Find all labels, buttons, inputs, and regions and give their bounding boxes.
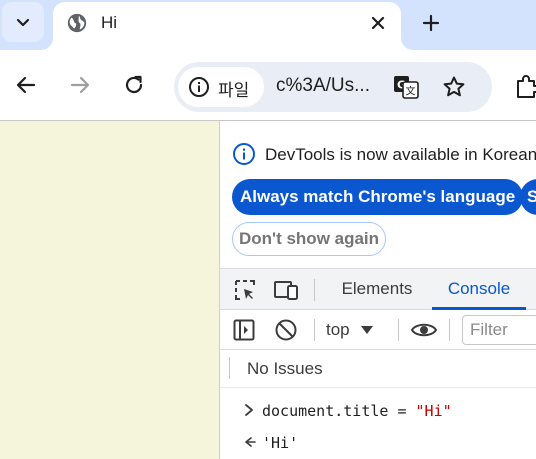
tab-elements[interactable]: Elements [332, 269, 422, 310]
dont-show-again-button[interactable]: Don't show again [232, 222, 387, 256]
language-infobar: DevTools is now available in Korean Alwa… [220, 121, 536, 266]
extensions-icon[interactable] [514, 73, 536, 99]
device-mode-icon [274, 281, 298, 300]
globe-icon [67, 13, 87, 33]
eye-icon [410, 323, 438, 337]
tab-strip: Hi [0, 0, 536, 50]
browser-toolbar: 파일 c%3A/Us... G 文 [0, 50, 536, 120]
devtools-tabbar: Elements Console [220, 268, 536, 310]
new-tab-button[interactable] [416, 8, 446, 38]
url-text[interactable]: c%3A/Us... [276, 75, 370, 97]
console-output-value: 'Hi' [262, 434, 299, 452]
block-icon [275, 319, 297, 341]
plus-icon [422, 14, 440, 32]
inspect-element-button[interactable] [232, 277, 258, 303]
info-icon [189, 77, 209, 97]
chevron-down-icon [16, 18, 30, 27]
page-viewport[interactable] [0, 121, 219, 459]
chevron-right-icon [245, 404, 253, 416]
sidebar-icon [233, 319, 255, 341]
active-tab[interactable]: Hi [53, 2, 401, 50]
issues-status[interactable]: No Issues [247, 359, 323, 379]
console-toolbar-divider [449, 319, 450, 341]
always-match-language-button[interactable]: Always match Chrome's language [232, 179, 524, 215]
context-label: top [326, 320, 350, 339]
console-toolbar-divider [398, 319, 399, 341]
clear-console-button[interactable] [273, 317, 299, 343]
switch-language-button[interactable]: S [520, 179, 536, 215]
tabbar-divider [314, 279, 315, 301]
return-arrow-icon [245, 437, 256, 447]
infobar-message: DevTools is now available in Korean [265, 145, 536, 164]
console-input-line[interactable]: document.title = "Hi" [220, 396, 536, 426]
site-info-chip[interactable]: 파일 [178, 67, 264, 107]
issues-divider [229, 357, 230, 379]
dropdown-arrow-icon [360, 326, 373, 334]
site-chip-label: 파일 [218, 81, 250, 101]
tab-close-button[interactable] [365, 10, 391, 36]
sidebar-toggle-button[interactable] [231, 317, 257, 343]
console-toolbar-divider [314, 319, 315, 341]
info-icon [233, 143, 255, 165]
translate-button[interactable]: G 文 [392, 73, 420, 101]
console-input-string: "Hi" [415, 402, 452, 420]
inspect-icon [235, 280, 255, 300]
console-input-expression: document.title = [262, 402, 416, 420]
console-output-line[interactable]: 'Hi' [220, 428, 536, 458]
tab-search-button[interactable] [2, 2, 44, 42]
tab-title: Hi [101, 13, 118, 32]
address-bar[interactable]: 파일 c%3A/Us... G 文 [174, 62, 492, 112]
back-button[interactable] [9, 68, 43, 102]
bookmark-button[interactable] [440, 73, 468, 101]
forward-button[interactable] [63, 68, 97, 102]
devtools-panel: DevTools is now available in Korean Alwa… [220, 121, 536, 459]
reload-button[interactable] [117, 68, 151, 102]
live-expression-button[interactable] [409, 317, 439, 343]
device-toolbar-button[interactable] [273, 277, 299, 303]
translate-icon: G 文 [394, 76, 419, 99]
svg-text:文: 文 [406, 85, 416, 98]
console-input-code: document.title = "Hi" [262, 402, 452, 420]
console-filter-input[interactable] [462, 315, 536, 345]
close-icon [371, 16, 385, 30]
tab-console[interactable]: Console [432, 269, 526, 310]
issues-counter-row: No Issues [220, 351, 536, 388]
context-selector[interactable]: top [326, 316, 374, 344]
reload-icon [125, 75, 143, 94]
back-icon [16, 76, 36, 94]
star-icon [443, 76, 465, 97]
console-toolbar: top [220, 310, 536, 350]
forward-icon [70, 76, 90, 94]
